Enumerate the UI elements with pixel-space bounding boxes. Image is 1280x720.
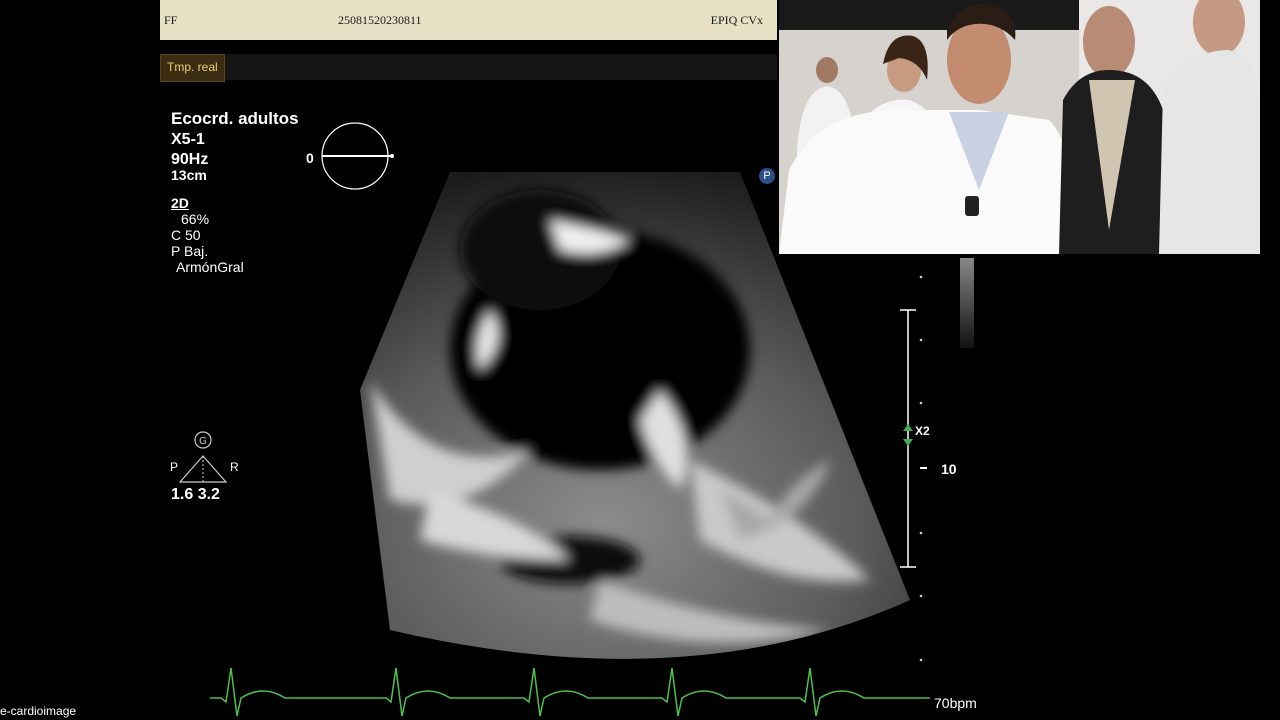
device-name: EPIQ CVx xyxy=(710,13,763,27)
study-id: 25081520230811 xyxy=(338,13,422,27)
g-label: G xyxy=(199,436,207,447)
probe-marker: P xyxy=(759,168,775,184)
depth-mark: 10 xyxy=(941,461,957,477)
inset-video xyxy=(779,0,1260,254)
p-label: P xyxy=(170,460,179,474)
ecg-line xyxy=(210,667,930,717)
r-label: R xyxy=(230,460,239,474)
header-bar: FF 25081520230811 EPIQ CVx xyxy=(160,0,777,40)
orientation-icon: G xyxy=(178,431,228,483)
preset-label: Ecocrd. adultos xyxy=(171,109,299,128)
header-left-label: FF xyxy=(164,13,178,27)
orientation-values: 1.6 3.2 xyxy=(171,486,220,503)
watermark: e-cardioimage xyxy=(0,704,77,718)
depth-dots xyxy=(919,275,923,662)
ecg-trace xyxy=(210,667,930,717)
grayscale-bar xyxy=(960,258,974,348)
video-frame-image xyxy=(779,0,1260,254)
probe-label: X5-1 xyxy=(171,131,205,148)
tab-bar: Tmp. real xyxy=(160,54,777,82)
heart-rate: 70bpm xyxy=(934,695,977,711)
tab-realtime[interactable]: Tmp. real xyxy=(160,54,225,82)
